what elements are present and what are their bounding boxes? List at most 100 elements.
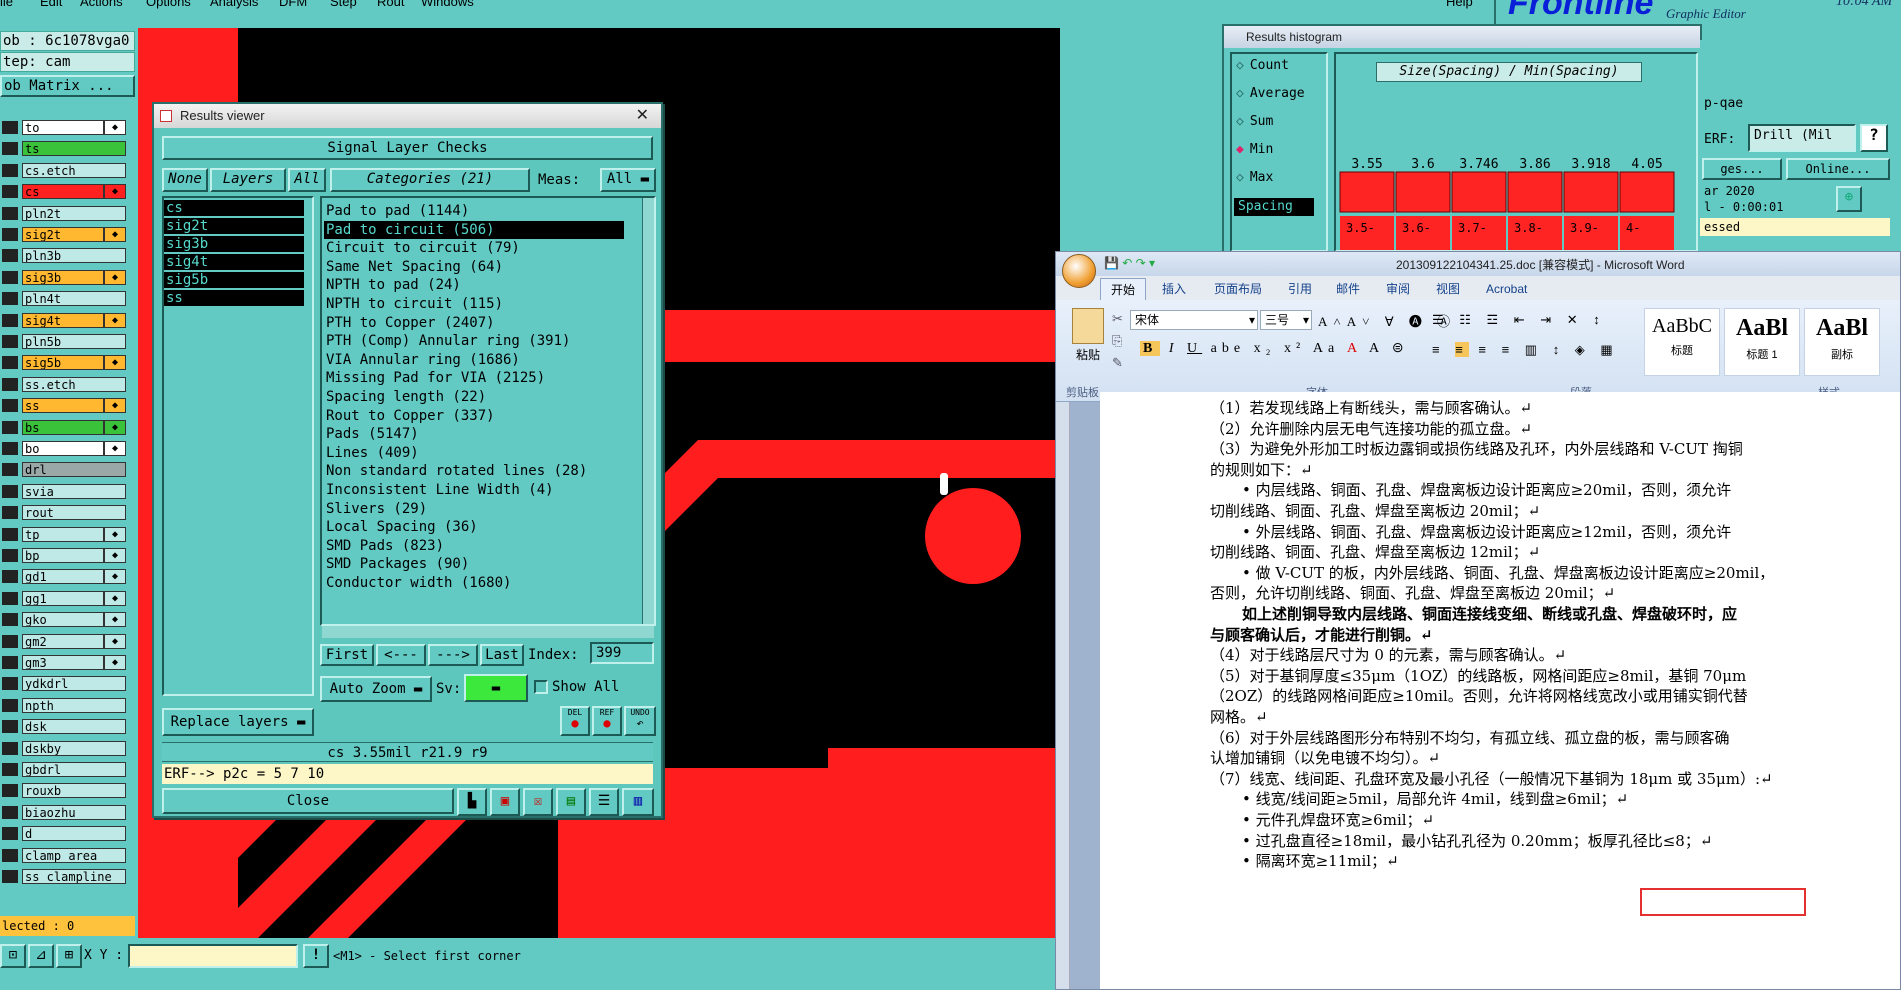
ribbon-tab[interactable]: 审阅 — [1376, 278, 1420, 300]
layer-row-bs[interactable]: bs ◆ — [0, 419, 138, 435]
quick-access-toolbar[interactable]: 💾 ↶ ↷ ▾ — [1104, 256, 1155, 270]
layers-button[interactable]: Layers — [210, 168, 286, 192]
layer-label[interactable]: dsk — [22, 719, 126, 735]
layer-row-ts[interactable]: ts — [0, 141, 138, 157]
layer-swatch[interactable] — [2, 356, 18, 370]
histogram-bar[interactable] — [1451, 171, 1507, 213]
layer-row-sig2t[interactable]: sig2t ◆ — [0, 227, 138, 242]
ref-icon[interactable]: REF ● — [592, 706, 622, 736]
layer-row-dsk[interactable]: dsk — [0, 719, 138, 735]
layer-row-pln3b[interactable]: pln3b — [0, 248, 138, 264]
histogram-bar[interactable] — [1395, 171, 1451, 213]
layer-swatch[interactable] — [2, 484, 18, 498]
grid-icon[interactable]: ⊞ — [56, 944, 82, 968]
category-item[interactable]: Circuit to circuit (79) — [324, 239, 614, 257]
spacing-field[interactable]: Spacing — [1234, 198, 1314, 216]
menu-dfm[interactable]: DFM — [279, 0, 307, 9]
delete-icon[interactable]: DEL ● — [560, 706, 590, 736]
layer-affected-icon[interactable]: ◆ — [104, 590, 126, 606]
layer-row-gko[interactable]: gko ◆ — [0, 612, 138, 628]
layer-label[interactable]: pln5b — [22, 334, 126, 349]
layer-swatch[interactable] — [2, 805, 18, 819]
index-input[interactable]: 399 — [590, 642, 654, 664]
zoom-in-icon[interactable]: ⊕ — [1836, 186, 1862, 212]
layer-item-sig3b[interactable]: sig3b — [164, 236, 304, 252]
layer-label[interactable]: to — [22, 120, 104, 135]
layer-swatch[interactable] — [2, 634, 18, 648]
layer-swatch[interactable] — [2, 270, 18, 284]
layer-row-pln4t[interactable]: pln4t — [0, 291, 138, 307]
pages-button[interactable]: ges... — [1702, 158, 1782, 180]
layer-swatch[interactable] — [2, 399, 18, 413]
menu-edit[interactable]: Edit — [40, 0, 62, 9]
category-item[interactable]: Pad to pad (1144) — [324, 202, 614, 220]
layer-label[interactable]: biaozhu — [22, 804, 126, 820]
auto-zoom-dropdown[interactable]: Auto Zoom ▬ — [320, 676, 432, 702]
category-item[interactable]: Same Net Spacing (64) — [324, 258, 614, 276]
histogram-bars[interactable]: 3.55 3.5- 3.6 3.6- 3.746 3.7- 3.86 3.8- 3.918 3.9… — [1338, 156, 1692, 252]
show-all-checkbox[interactable] — [534, 680, 548, 694]
histogram-titlebar[interactable]: Results histogram — [1224, 26, 1700, 48]
layer-swatch[interactable] — [2, 506, 18, 520]
layer-row-rout[interactable]: rout — [0, 505, 138, 521]
alert-icon[interactable]: ! — [303, 944, 329, 968]
layer-affected-icon[interactable]: ◆ — [104, 441, 126, 456]
layer-affected-icon[interactable]: ◆ — [104, 120, 126, 135]
histogram-option-max[interactable]: ◇ Max — [1236, 170, 1273, 185]
layer-affected-icon[interactable]: ◆ — [104, 569, 126, 585]
layer-swatch[interactable] — [2, 185, 18, 199]
align-tools[interactable]: ≡ ≡ ≡ ≡ ▥ ↕ ◈ ▦ — [1432, 342, 1619, 358]
undo-icon[interactable]: UNDO ↶ — [624, 706, 656, 736]
style-item[interactable]: AaBl 副标 — [1804, 308, 1880, 376]
next-button[interactable]: ---> — [428, 644, 478, 666]
menu-analysis[interactable]: Analysis — [210, 0, 258, 9]
histogram-bar[interactable] — [1563, 171, 1619, 213]
layer-row-bp[interactable]: bp ◆ — [0, 548, 138, 563]
histogram-bar[interactable] — [1507, 171, 1563, 213]
layer-item-sig5b[interactable]: sig5b — [164, 272, 304, 288]
layer-row-ss.etch[interactable]: ss.etch — [0, 376, 138, 392]
layer-label[interactable]: tp — [22, 526, 104, 542]
step-icon[interactable]: ▤ — [556, 788, 586, 816]
layer-swatch[interactable] — [2, 335, 18, 348]
layer-row-sig5b[interactable]: sig5b ◆ — [0, 355, 138, 371]
layer-label[interactable]: pln4t — [22, 291, 126, 307]
layer-label[interactable]: ss_clampline — [22, 869, 126, 884]
layer-label[interactable]: cs — [22, 184, 104, 200]
layer-affected-icon[interactable]: ◆ — [104, 633, 126, 649]
layer-row-ydkdrl[interactable]: ydkdrl — [0, 676, 138, 692]
layer-swatch[interactable] — [2, 549, 18, 562]
layer-item-sig2t[interactable]: sig2t — [164, 218, 304, 234]
histogram-option-average[interactable]: ◇ Average — [1236, 86, 1305, 101]
categories-button[interactable]: Categories (21) — [330, 168, 530, 192]
category-item[interactable]: SMD Pads (823) — [324, 537, 614, 555]
layer-swatch[interactable] — [2, 228, 18, 241]
help-menu[interactable]: Help — [1446, 0, 1473, 10]
layer-label[interactable]: ss — [22, 398, 104, 414]
layer-affected-icon[interactable]: ◆ — [104, 419, 126, 435]
ribbon-tab[interactable]: Acrobat — [1476, 278, 1537, 300]
category-item[interactable]: Inconsistent Line Width (4) — [324, 481, 614, 499]
layer-affected-icon[interactable]: ◆ — [104, 548, 126, 563]
layer-affected-icon[interactable]: ◆ — [104, 269, 126, 285]
layer-label[interactable]: ydkdrl — [22, 676, 126, 692]
layer-swatch[interactable] — [2, 142, 18, 156]
office-button-icon[interactable] — [1062, 254, 1096, 288]
layer-affected-icon[interactable]: ◆ — [104, 526, 126, 542]
all-button[interactable]: All — [288, 168, 326, 192]
histogram-icon[interactable]: ▥ — [622, 788, 654, 816]
histogram-bar[interactable] — [1619, 171, 1675, 213]
layer-row-npth[interactable]: npth — [0, 697, 138, 713]
layer-label[interactable]: bs — [22, 419, 104, 435]
paste-button[interactable]: 粘贴 — [1064, 306, 1112, 378]
first-button[interactable]: First — [320, 644, 374, 666]
layer-label[interactable]: d — [22, 826, 126, 842]
layer-label[interactable]: gko — [22, 612, 104, 628]
layer-swatch[interactable] — [2, 870, 18, 883]
layer-row-clamp_area[interactable]: clamp_area — [0, 847, 138, 863]
layer-row-biaozhu[interactable]: biaozhu — [0, 804, 138, 820]
category-item[interactable]: Pad to circuit (506) — [324, 220, 624, 239]
layer-row-cs[interactable]: cs ◆ — [0, 184, 138, 200]
font-name-box[interactable]: 宋体 ▾ — [1130, 310, 1258, 330]
layer-swatch[interactable] — [2, 313, 18, 327]
